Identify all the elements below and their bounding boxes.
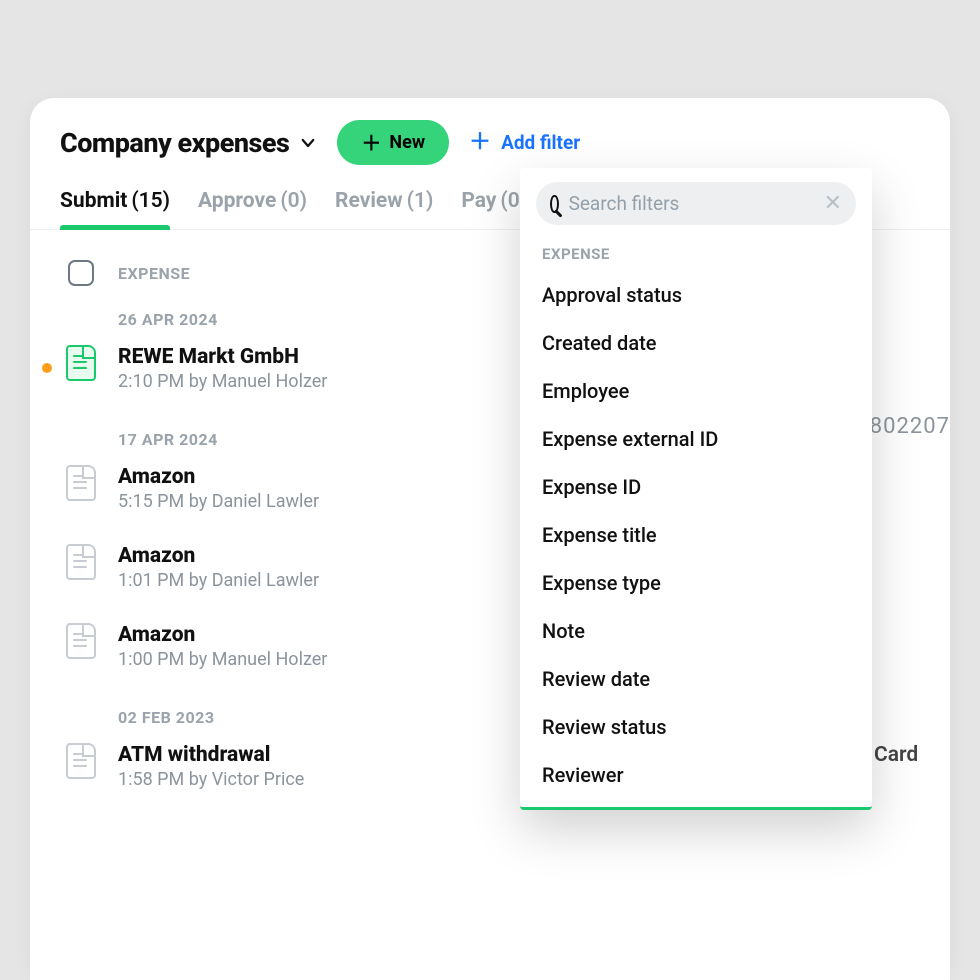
tab-label: Approve: [198, 189, 276, 213]
filter-option[interactable]: Review date: [530, 655, 862, 703]
filter-option[interactable]: Employee: [530, 367, 862, 415]
filter-option[interactable]: Created date: [530, 319, 862, 367]
tab-count: (1): [407, 189, 434, 213]
tab-label: Submit: [60, 189, 127, 213]
tab-label: Review: [335, 189, 403, 213]
tab-count: (0: [500, 189, 519, 213]
document-icon: [66, 465, 96, 501]
filter-popover: ✕ EXPENSE Approval statusCreated dateEmp…: [520, 168, 872, 810]
tab-count: (15): [131, 189, 170, 213]
document-icon: [66, 623, 96, 659]
title-dropdown[interactable]: Company expenses: [60, 127, 317, 159]
header: Company expenses ＋ New ＋ Add filter: [30, 98, 950, 175]
plus-icon: ＋: [361, 133, 381, 153]
filter-option[interactable]: Expense title: [530, 511, 862, 559]
filter-option[interactable]: Expense ID: [530, 463, 862, 511]
chevron-down-icon: [299, 134, 317, 152]
filter-search[interactable]: ✕: [536, 182, 856, 225]
select-all-checkbox[interactable]: [68, 260, 94, 286]
tab-count: (0): [280, 189, 307, 213]
clear-icon[interactable]: ✕: [824, 193, 842, 215]
search-icon: [550, 195, 559, 213]
tab-review[interactable]: Review (1): [335, 189, 433, 229]
tab-label: Pay: [461, 189, 496, 213]
add-filter-label: Add filter: [501, 131, 580, 154]
filter-option[interactable]: Expense external ID: [530, 415, 862, 463]
document-icon: [66, 544, 96, 580]
tab-pay[interactable]: Pay (0: [461, 189, 519, 229]
status-dot-icon: [42, 363, 52, 373]
method-label: Card: [874, 743, 918, 767]
page-title: Company expenses: [60, 127, 289, 159]
tab-submit[interactable]: Submit (15): [60, 189, 170, 229]
filter-group-label: EXPENSE: [530, 239, 862, 271]
new-button-label: New: [389, 132, 425, 153]
document-icon: [66, 345, 96, 381]
plus-icon: ＋: [469, 132, 491, 154]
expenses-card: Company expenses ＋ New ＋ Add filter Subm…: [30, 98, 950, 980]
filter-options: Approval statusCreated dateEmployeeExpen…: [530, 271, 862, 799]
filter-option[interactable]: Approval status: [530, 271, 862, 319]
filter-option[interactable]: Expense type: [530, 559, 862, 607]
add-filter-button[interactable]: ＋ Add filter: [469, 131, 580, 154]
filter-option[interactable]: Review status: [530, 703, 862, 751]
document-icon: [66, 743, 96, 779]
filter-search-input[interactable]: [569, 192, 814, 215]
new-button[interactable]: ＋ New: [337, 120, 449, 165]
filter-option[interactable]: Reviewer: [530, 751, 862, 799]
column-expense: EXPENSE: [118, 264, 190, 283]
filter-option[interactable]: Note: [530, 607, 862, 655]
tab-approve[interactable]: Approve (0): [198, 189, 307, 229]
